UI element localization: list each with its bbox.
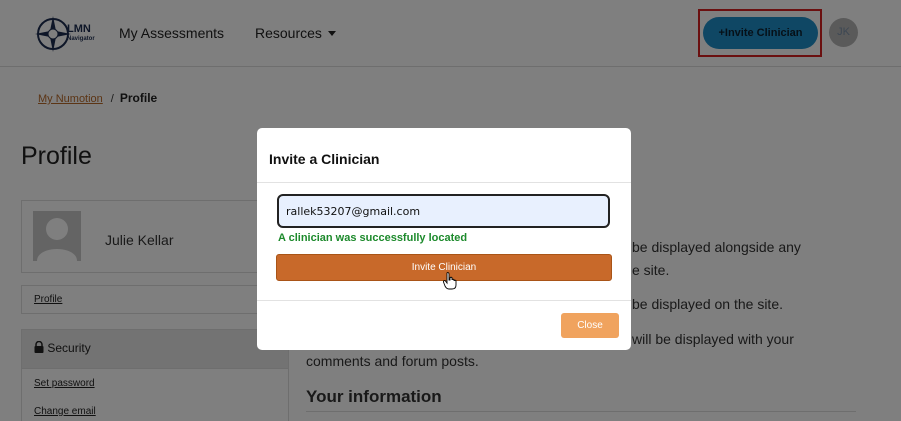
success-message: A clinician was successfully located (278, 232, 468, 244)
clinician-email-input[interactable] (277, 194, 610, 228)
hand-pointer-icon (443, 272, 457, 290)
modal-title: Invite a Clinician (269, 151, 380, 167)
modal-header-divider (257, 182, 631, 183)
close-button[interactable]: Close (561, 313, 619, 338)
invite-clinician-modal: Invite a Clinician A clinician was succe… (257, 128, 631, 350)
modal-footer-divider (257, 300, 631, 301)
